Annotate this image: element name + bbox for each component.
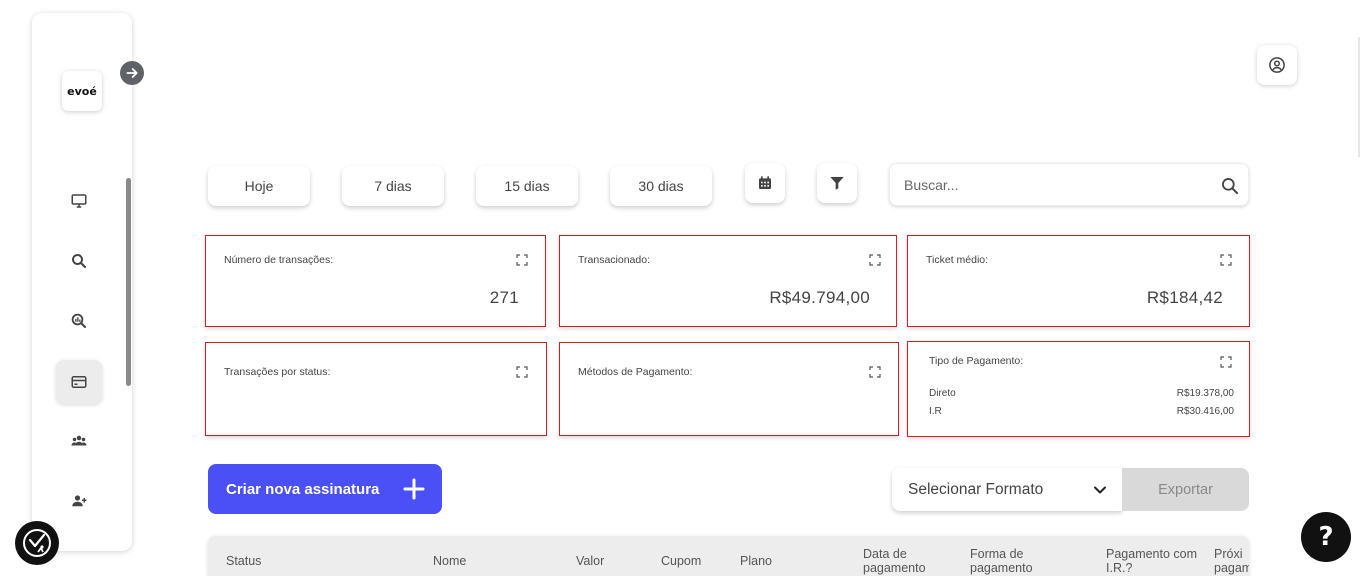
- add-user-icon: [72, 495, 87, 507]
- search-box: [889, 163, 1249, 206]
- help-button[interactable]: ?: [1301, 512, 1351, 562]
- card-label: Transacionado:: [578, 254, 650, 266]
- search-input[interactable]: [904, 175, 1204, 195]
- card-avg-ticket: Ticket médio: R$184,42: [907, 235, 1250, 327]
- users-icon: [71, 435, 87, 446]
- column-header[interactable]: Pagamento com I.R.?: [1106, 547, 1202, 575]
- expand-icon[interactable]: [869, 366, 881, 378]
- logo-text: evoé: [67, 84, 97, 98]
- filter-today-button[interactable]: Hoje: [208, 166, 310, 206]
- export-button[interactable]: Exportar: [1122, 468, 1249, 511]
- sidebar-scrollbar[interactable]: [126, 178, 131, 386]
- card-payment-type: Tipo de Pagamento: Direto R$19.378,00 I.…: [907, 341, 1250, 437]
- page-scrollbar[interactable]: [1358, 37, 1360, 157]
- logo[interactable]: evoé: [62, 71, 102, 111]
- search-icon: [72, 254, 87, 269]
- column-header[interactable]: Próxi pagam: [1214, 547, 1249, 575]
- credit-card-icon: [71, 376, 87, 388]
- accessibility-button[interactable]: [15, 521, 59, 565]
- accessibility-icon: [23, 529, 51, 557]
- payment-type-row: Direto R$19.378,00: [929, 388, 1234, 399]
- card-transactions-count: Número de transações: 271: [205, 235, 546, 327]
- table-header: Status Nome Valor Cupom Plano Data de pa…: [208, 536, 1249, 576]
- filter-30-days-label: 30 dias: [638, 178, 684, 194]
- sidebar: evoé: [32, 13, 132, 551]
- filter-button[interactable]: [817, 163, 857, 203]
- create-subscription-button[interactable]: Criar nova assinatura: [208, 464, 442, 514]
- filter-today-label: Hoje: [244, 178, 274, 194]
- analytics-search-icon: [71, 313, 87, 329]
- filter-15-days-button[interactable]: 15 dias: [476, 166, 578, 206]
- card-label: Ticket médio:: [926, 254, 989, 266]
- expand-icon[interactable]: [869, 254, 881, 266]
- payment-type-row: I.R R$30.416,00: [929, 406, 1234, 417]
- payment-type-name: I.R: [929, 406, 942, 417]
- card-value: R$49.794,00: [769, 288, 870, 307]
- column-header[interactable]: Nome: [433, 554, 466, 568]
- expand-icon[interactable]: [516, 366, 528, 378]
- format-select[interactable]: Selecionar Formato: [892, 468, 1122, 511]
- sidebar-item-users[interactable]: [56, 419, 102, 463]
- card-label: Métodos de Pagamento:: [578, 366, 693, 378]
- column-header[interactable]: Cupom: [661, 554, 701, 568]
- payment-type-name: Direto: [929, 388, 956, 399]
- payment-type-value: R$19.378,00: [1176, 388, 1234, 399]
- expand-icon[interactable]: [1220, 254, 1232, 266]
- column-header[interactable]: Forma de pagamento: [970, 547, 1070, 575]
- card-label: Número de transações:: [224, 254, 334, 266]
- sidebar-item-analytics[interactable]: [56, 299, 102, 343]
- create-subscription-label: Criar nova assinatura: [226, 480, 380, 498]
- column-header[interactable]: Status: [226, 554, 261, 568]
- filter-7-days-label: 7 dias: [374, 178, 412, 194]
- card-label: Tipo de Pagamento:: [929, 355, 1024, 367]
- card-label: Transações por status:: [224, 366, 331, 378]
- chevron-down-icon: [1094, 486, 1106, 494]
- sidebar-expand-button[interactable]: [120, 61, 144, 85]
- card-transactions-by-status: Transações por status:: [205, 342, 547, 436]
- calendar-button[interactable]: [745, 163, 785, 203]
- sidebar-item-search[interactable]: [56, 239, 102, 283]
- column-header[interactable]: Plano: [740, 554, 772, 568]
- sidebar-item-add-user[interactable]: [56, 479, 102, 523]
- expand-icon[interactable]: [516, 254, 528, 266]
- card-transacted: Transacionado: R$49.794,00: [559, 235, 897, 327]
- arrow-right-icon: [126, 68, 138, 78]
- sidebar-item-payments[interactable]: [56, 360, 102, 404]
- export-label: Exportar: [1158, 481, 1213, 498]
- monitor-icon: [71, 194, 87, 208]
- column-header[interactable]: Valor: [576, 554, 604, 568]
- help-label: ?: [1318, 522, 1334, 552]
- card-value: 271: [489, 288, 519, 307]
- card-value: R$184,42: [1146, 288, 1223, 307]
- sidebar-item-dashboard[interactable]: [56, 179, 102, 223]
- expand-icon[interactable]: [1220, 356, 1232, 368]
- column-header[interactable]: Data de pagamento: [863, 547, 953, 575]
- user-circle-icon: [1269, 57, 1285, 73]
- filter-7-days-button[interactable]: 7 dias: [342, 166, 444, 206]
- card-payment-methods: Métodos de Pagamento:: [559, 342, 899, 436]
- plus-icon: [403, 478, 425, 500]
- filter-icon: [830, 177, 844, 190]
- profile-button[interactable]: [1257, 45, 1297, 85]
- filter-30-days-button[interactable]: 30 dias: [610, 166, 712, 206]
- payment-type-value: R$30.416,00: [1176, 406, 1234, 417]
- search-icon[interactable]: [1220, 176, 1240, 196]
- format-select-label: Selecionar Formato: [908, 480, 1044, 498]
- calendar-icon: [759, 176, 771, 189]
- filter-15-days-label: 15 dias: [504, 178, 550, 194]
